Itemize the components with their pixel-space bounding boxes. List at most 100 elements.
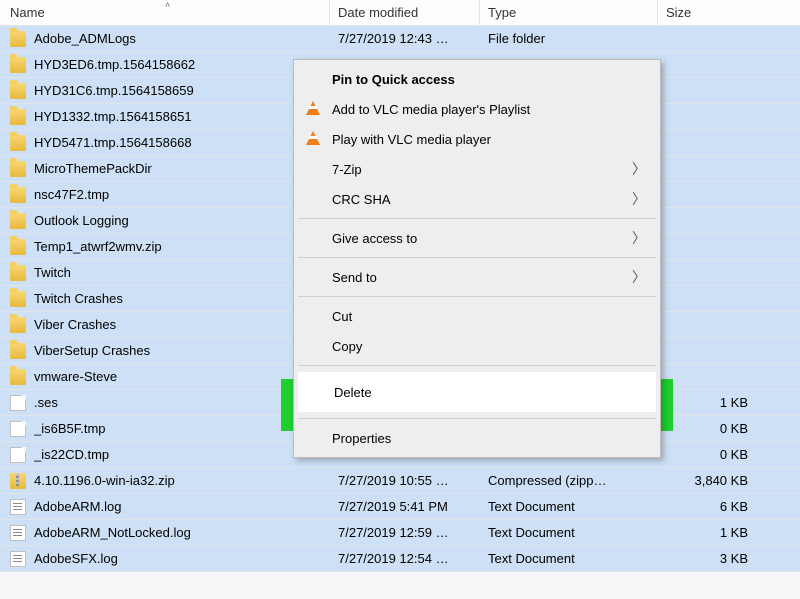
file-name: HYD31C6.tmp.1564158659 (34, 83, 194, 98)
menu-separator (298, 218, 656, 219)
log-icon (10, 499, 26, 515)
file-size: 3 KB (658, 546, 778, 571)
file-size (658, 182, 778, 207)
file-size (658, 364, 778, 389)
file-type: Text Document (480, 494, 658, 519)
file-size: 1 KB (658, 390, 778, 415)
file-size (658, 104, 778, 129)
log-icon (10, 525, 26, 541)
file-type: Compressed (zipp… (480, 468, 658, 493)
table-row[interactable]: Adobe_ADMLogs7/27/2019 12:43 …File folde… (0, 26, 800, 52)
zip-icon (10, 473, 26, 489)
folder-icon (10, 57, 26, 73)
menu-label: 7-Zip (332, 162, 362, 177)
column-headers: Name ˄ Date modified Type Size (0, 0, 800, 26)
table-row[interactable]: AdobeARM.log 7/27/2019 5:41 PMText Docume… (0, 494, 800, 520)
chevron-right-icon: 〉 (632, 267, 646, 287)
folder-icon (10, 161, 26, 177)
file-name: HYD1332.tmp.1564158651 (34, 109, 192, 124)
file-name: _is22CD.tmp (34, 447, 109, 462)
file-name: MicroThemePackDir (34, 161, 152, 176)
table-row[interactable]: AdobeARM_NotLocked.log 7/27/2019 12:59 …T… (0, 520, 800, 546)
menu-label: Cut (332, 309, 352, 324)
menu-label: Pin to Quick access (332, 72, 455, 87)
file-date: 7/27/2019 12:54 … (330, 546, 480, 571)
file-size (658, 312, 778, 337)
file-size: 0 KB (658, 416, 778, 441)
menu-delete[interactable]: Delete (298, 372, 656, 412)
file-icon (10, 447, 26, 463)
file-name: vmware-Steve (34, 369, 117, 384)
menu-separator (298, 257, 656, 258)
menu-play-with-vlc[interactable]: Play with VLC media player (296, 124, 658, 154)
menu-send-to[interactable]: Send to 〉 (296, 262, 658, 292)
file-size (658, 78, 778, 103)
file-date: 7/27/2019 12:59 … (330, 520, 480, 545)
menu-pin-to-quick-access[interactable]: Pin to Quick access (296, 64, 658, 94)
menu-crc-sha[interactable]: CRC SHA 〉 (296, 184, 658, 214)
file-name: nsc47F2.tmp (34, 187, 109, 202)
file-type: Text Document (480, 546, 658, 571)
file-name: Outlook Logging (34, 213, 129, 228)
menu-label: Play with VLC media player (332, 132, 491, 147)
sort-ascending-icon: ˄ (165, 0, 170, 10)
folder-icon (10, 187, 26, 203)
file-size: 1 KB (658, 520, 778, 545)
log-icon (10, 551, 26, 567)
folder-icon (10, 135, 26, 151)
header-type-label: Type (488, 5, 516, 20)
menu-give-access-to[interactable]: Give access to 〉 (296, 223, 658, 253)
header-date[interactable]: Date modified (330, 0, 480, 25)
file-name: AdobeARM.log (34, 499, 121, 514)
file-type: Text Document (480, 520, 658, 545)
folder-icon (10, 343, 26, 359)
menu-separator (298, 296, 656, 297)
file-size: 3,840 KB (658, 468, 778, 493)
menu-separator (298, 365, 656, 366)
chevron-right-icon: 〉 (632, 228, 646, 248)
folder-icon (10, 31, 26, 47)
menu-properties[interactable]: Properties (296, 423, 658, 453)
file-name: AdobeARM_NotLocked.log (34, 525, 191, 540)
folder-icon (10, 239, 26, 255)
file-size (658, 208, 778, 233)
folder-icon (10, 265, 26, 281)
chevron-right-icon: 〉 (632, 189, 646, 209)
file-date: 7/27/2019 12:43 … (330, 26, 480, 51)
file-name: 4.10.1196.0-win-ia32.zip (34, 473, 175, 488)
menu-label: Delete (334, 385, 372, 400)
file-date: 7/27/2019 5:41 PM (330, 494, 480, 519)
chevron-right-icon: 〉 (632, 159, 646, 179)
vlc-cone-icon (306, 101, 320, 115)
file-date: 7/27/2019 10:55 … (330, 468, 480, 493)
file-size (658, 286, 778, 311)
file-size (658, 26, 778, 51)
table-row[interactable]: 4.10.1196.0-win-ia32.zip 7/27/2019 10:55 … (0, 468, 800, 494)
header-name-label: Name (10, 5, 45, 20)
header-size-label: Size (666, 5, 691, 20)
folder-icon (10, 109, 26, 125)
menu-label: CRC SHA (332, 192, 391, 207)
table-row[interactable]: AdobeSFX.log7/27/2019 12:54 …Text Docume… (0, 546, 800, 572)
menu-cut[interactable]: Cut (296, 301, 658, 331)
file-name: HYD3ED6.tmp.1564158662 (34, 57, 195, 72)
header-size[interactable]: Size (658, 0, 778, 25)
file-size: 6 KB (658, 494, 778, 519)
header-name[interactable]: Name ˄ (0, 0, 330, 25)
file-name: ViberSetup Crashes (34, 343, 150, 358)
file-icon (10, 395, 26, 411)
file-name: Temp1_atwrf2wmv.zip (34, 239, 162, 254)
folder-icon (10, 369, 26, 385)
menu-separator (298, 418, 656, 419)
menu-7zip[interactable]: 7-Zip 〉 (296, 154, 658, 184)
menu-copy[interactable]: Copy (296, 331, 658, 361)
file-name: Adobe_ADMLogs (34, 31, 136, 46)
file-size (658, 234, 778, 259)
header-type[interactable]: Type (480, 0, 658, 25)
file-name: Viber Crashes (34, 317, 116, 332)
folder-icon (10, 213, 26, 229)
folder-icon (10, 291, 26, 307)
file-size: 0 KB (658, 442, 778, 467)
file-name: Twitch (34, 265, 71, 280)
menu-add-to-vlc-playlist[interactable]: Add to VLC media player's Playlist (296, 94, 658, 124)
